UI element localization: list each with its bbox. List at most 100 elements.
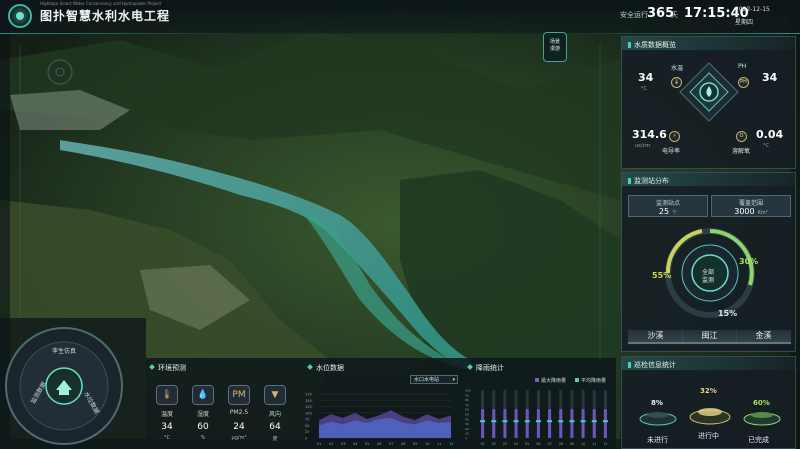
x-tick-label: 06 — [536, 442, 540, 446]
nav-simulation[interactable]: 孪生仿真 — [52, 346, 76, 355]
river-shaxi-button[interactable]: 沙溪 — [628, 330, 683, 344]
x-tick-label: 11 — [592, 442, 596, 446]
x-tick-label: 05 — [365, 442, 369, 446]
x-tick-label: 12 — [449, 442, 453, 446]
y-tick-label: 70 — [465, 403, 469, 407]
y-tick-label: 175 — [305, 393, 312, 397]
water-quality-panel: 水质数据概览 水温 🌡 34 °C PH PH 34 ⚡ 电导率 314.6 u… — [621, 36, 796, 169]
stations-title: 监测站分布 — [628, 176, 669, 186]
weekday: 星期四 — [735, 19, 754, 26]
x-tick-label: 02 — [492, 442, 496, 446]
oxygen-icon: O — [736, 131, 747, 142]
station-dropdown[interactable]: 水口水电站 — [410, 375, 458, 384]
y-tick-label: 50 — [465, 413, 469, 417]
x-tick-label: 03 — [503, 442, 507, 446]
bar-max — [514, 409, 518, 438]
ph-value: 34 — [762, 71, 778, 84]
bar-avg-marker — [558, 420, 564, 423]
right-percent: 30% — [739, 257, 759, 266]
x-tick-label: 08 — [559, 442, 563, 446]
coverage-label: 覆盖范围 — [738, 200, 763, 207]
app-subtitle: Hightopo Smart Water Conservancy and Hyd… — [40, 1, 162, 6]
nav-disc — [0, 318, 146, 449]
bar-avg-marker — [513, 420, 519, 423]
coverage-value: 3000 Km² — [734, 207, 768, 216]
conductivity-label: 电导率 — [662, 148, 681, 155]
bar-max — [492, 409, 496, 438]
x-tick-label: 07 — [389, 442, 393, 446]
thermometer-icon: 🌡 — [156, 385, 178, 405]
inspection-title: 巡检信息统计 — [628, 360, 676, 370]
river-jinxi-button[interactable]: 金溪 — [736, 330, 791, 344]
env-label: 温度 — [160, 411, 173, 418]
water-level-chart: 175 150 125 100 75 50 25 0 01 02 03 04 05 06 07 08 09 10 1… — [305, 393, 453, 447]
y-tick-label: 80 — [465, 398, 469, 402]
inspection-pending-label: 未进行 — [647, 436, 668, 444]
y-tick-label: 75 — [305, 418, 309, 422]
x-tick-label: 09 — [413, 442, 417, 446]
env-unit: μg/m³ — [231, 435, 247, 441]
x-tick-label: 04 — [353, 442, 358, 446]
bar-max — [581, 409, 585, 438]
river-minjiang-button[interactable]: 闽江 — [682, 330, 737, 344]
env-label: PM2.5 — [229, 409, 249, 416]
y-tick-label: 40 — [465, 417, 469, 421]
bar-max — [503, 409, 507, 438]
x-tick-label: 07 — [548, 442, 552, 446]
y-tick-label: 100 — [465, 389, 471, 393]
bar-avg-marker — [591, 420, 597, 423]
bar-avg-marker — [535, 420, 541, 423]
bar-avg-marker — [569, 420, 575, 423]
inspection-running-pct: 32% — [700, 387, 717, 395]
x-tick-label: 10 — [581, 442, 585, 446]
water-quality-title: 水质数据概览 — [628, 40, 676, 50]
y-tick-label: 0 — [465, 437, 467, 441]
ring-center-sub: 监测 — [702, 277, 715, 284]
conductivity-value: 314.6 — [632, 128, 667, 141]
temp-label: 水温 — [671, 65, 684, 72]
bar-max — [603, 409, 607, 438]
env-label: 湿度 — [196, 411, 209, 418]
y-tick-label: 150 — [305, 399, 312, 403]
legend-avg: 平均降雨量 — [575, 377, 606, 384]
y-tick-label: 30 — [465, 422, 469, 426]
y-tick-label: 90 — [465, 393, 469, 397]
temp-value: 34 — [638, 71, 654, 84]
y-tick-label: 25 — [305, 430, 309, 434]
bar-avg-marker — [580, 420, 586, 423]
pm-icon: PM — [228, 385, 250, 405]
rainfall-chart: 100908070605040302010001 02 03 04 05 06 07 08 09… — [465, 389, 608, 446]
rainfall-title: 降雨统计 — [468, 363, 504, 373]
inspection-pedestals — [639, 408, 781, 426]
temp-unit: °C — [641, 86, 647, 92]
oxygen-label: 溶解氧 — [732, 148, 751, 155]
inspection-done-label: 已完成 — [748, 436, 769, 444]
header: Hightopo Smart Water Conservancy and Hyd… — [0, 0, 800, 34]
bar-max — [548, 409, 552, 438]
y-tick-label: 0 — [305, 437, 307, 441]
y-tick-label: 60 — [465, 408, 469, 412]
x-tick-label: 01 — [317, 442, 321, 446]
x-tick-label: 08 — [401, 442, 405, 446]
ph-icon: PH — [738, 77, 749, 88]
conductivity-unit: us/cm — [635, 143, 651, 149]
oxygen-value: 0.04 — [756, 128, 784, 141]
bar-avg-marker — [480, 420, 486, 423]
bar-max — [481, 409, 485, 438]
y-tick-label: 50 — [305, 424, 309, 428]
x-tick-label: 09 — [570, 442, 574, 446]
logo — [8, 4, 32, 28]
bar-max — [559, 409, 563, 438]
x-tick-label: 11 — [437, 442, 441, 446]
env-value: 34 — [161, 422, 173, 432]
header-divider — [0, 33, 800, 34]
legend-max: 最大降雨量 — [535, 377, 566, 384]
y-tick-label: 100 — [305, 411, 312, 415]
env-unit: % — [200, 435, 206, 441]
y-tick-label: 10 — [465, 432, 469, 436]
scene-roam-button[interactable]: 场景 漫游 — [543, 32, 567, 62]
inspection-panel: 巡检信息统计 8% 32% 60% 未进行 进行中 已完成 — [621, 356, 796, 449]
bar-avg-marker — [602, 420, 608, 423]
station-count-value: 25 个 — [658, 207, 678, 216]
safe-unit: 天 — [671, 11, 678, 19]
